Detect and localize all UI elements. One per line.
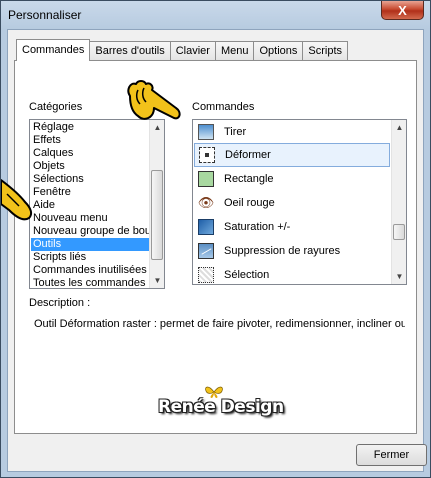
category-item[interactable]: Effets (33, 134, 150, 147)
category-item[interactable]: Aide (33, 199, 150, 212)
command-label: Saturation +/- (224, 221, 291, 233)
deform-icon (199, 147, 215, 163)
command-item[interactable]: Rectangle (194, 167, 390, 191)
command-label: Tirer (224, 126, 247, 138)
red-eye-icon: 👁 (197, 195, 215, 210)
command-item[interactable]: 👁 Oeil rouge (194, 191, 390, 215)
selection-icon (198, 267, 214, 283)
command-label: Oeil rouge (224, 197, 275, 209)
category-item[interactable]: Calques (33, 147, 150, 160)
command-item[interactable]: Tirer (194, 120, 390, 144)
description-label: Description : (29, 297, 91, 309)
window-title: Personnaliser (8, 8, 82, 22)
command-label: Suppression de rayures (224, 245, 341, 257)
tab-panel: Catégories Commandes Réglage Effets Calq… (14, 60, 417, 434)
category-item[interactable]: Fenêtre (33, 186, 150, 199)
saturation-icon (198, 219, 214, 235)
customize-dialog: Personnaliser X Commandes Barres d'outil… (0, 0, 431, 478)
tab-scripts[interactable]: Scripts (302, 41, 349, 61)
category-item[interactable]: Nouveau groupe de bout (33, 225, 150, 238)
scrollbar-thumb[interactable] (151, 170, 163, 260)
command-item[interactable]: Suppression de rayures (194, 239, 390, 263)
scratch-remover-icon (198, 243, 214, 259)
commands-list[interactable]: Tirer Déformer Rectangle 👁 Oeil rouge Sa… (192, 119, 407, 285)
category-item[interactable]: Scripts liés (33, 251, 150, 264)
scroll-up-arrow-icon[interactable]: ▲ (392, 120, 406, 135)
category-item[interactable]: Nouveau menu (33, 212, 150, 225)
categories-list[interactable]: Réglage Effets Calques Objets Sélections… (29, 119, 165, 289)
description-text: Outil Déformation raster : permet de fai… (34, 318, 405, 330)
tab-options[interactable]: Options (253, 41, 304, 61)
pull-icon (198, 124, 214, 140)
scroll-down-arrow-icon[interactable]: ▼ (150, 273, 164, 288)
close-button[interactable]: Fermer (356, 444, 427, 466)
categories-label: Catégories (29, 101, 83, 113)
command-item-selected[interactable]: Déformer (194, 143, 390, 167)
scroll-down-arrow-icon[interactable]: ▼ (392, 269, 406, 284)
watermark-text: Renée Design (158, 397, 284, 417)
command-label: Rectangle (224, 173, 274, 185)
command-item[interactable]: Sélection (194, 263, 390, 284)
category-item[interactable]: Toutes les commandes (33, 277, 150, 288)
scrollbar-thumb[interactable] (393, 224, 405, 240)
dialog-client-area: Commandes Barres d'outils Clavier Menu O… (7, 29, 427, 472)
tab-clavier[interactable]: Clavier (169, 41, 216, 61)
category-item[interactable]: Commandes inutilisées (33, 264, 150, 277)
command-item[interactable]: Saturation +/- (194, 215, 390, 239)
watermark-logo: Renée Design (158, 385, 288, 429)
commands-scrollbar[interactable]: ▲ ▼ (391, 120, 406, 284)
commands-label: Commandes (192, 101, 255, 113)
tab-barres-outils[interactable]: Barres d'outils (89, 41, 171, 61)
pointing-hand-icon (127, 80, 181, 120)
title-bar[interactable]: Personnaliser X (1, 1, 430, 29)
category-item-selected[interactable]: Outils (31, 238, 150, 251)
pointing-hand-icon (1, 179, 33, 221)
categories-scrollbar[interactable]: ▲ ▼ (149, 120, 164, 288)
close-window-button[interactable]: X (381, 1, 424, 20)
category-item[interactable]: Sélections (33, 173, 150, 186)
tab-menu[interactable]: Menu (214, 41, 255, 61)
command-label: Déformer (225, 149, 271, 161)
command-label: Sélection (224, 269, 270, 281)
tab-commandes[interactable]: Commandes (16, 39, 91, 61)
category-item[interactable]: Objets (33, 160, 150, 173)
rectangle-icon (198, 171, 214, 187)
tab-strip: Commandes Barres d'outils Clavier Menu O… (16, 39, 349, 61)
